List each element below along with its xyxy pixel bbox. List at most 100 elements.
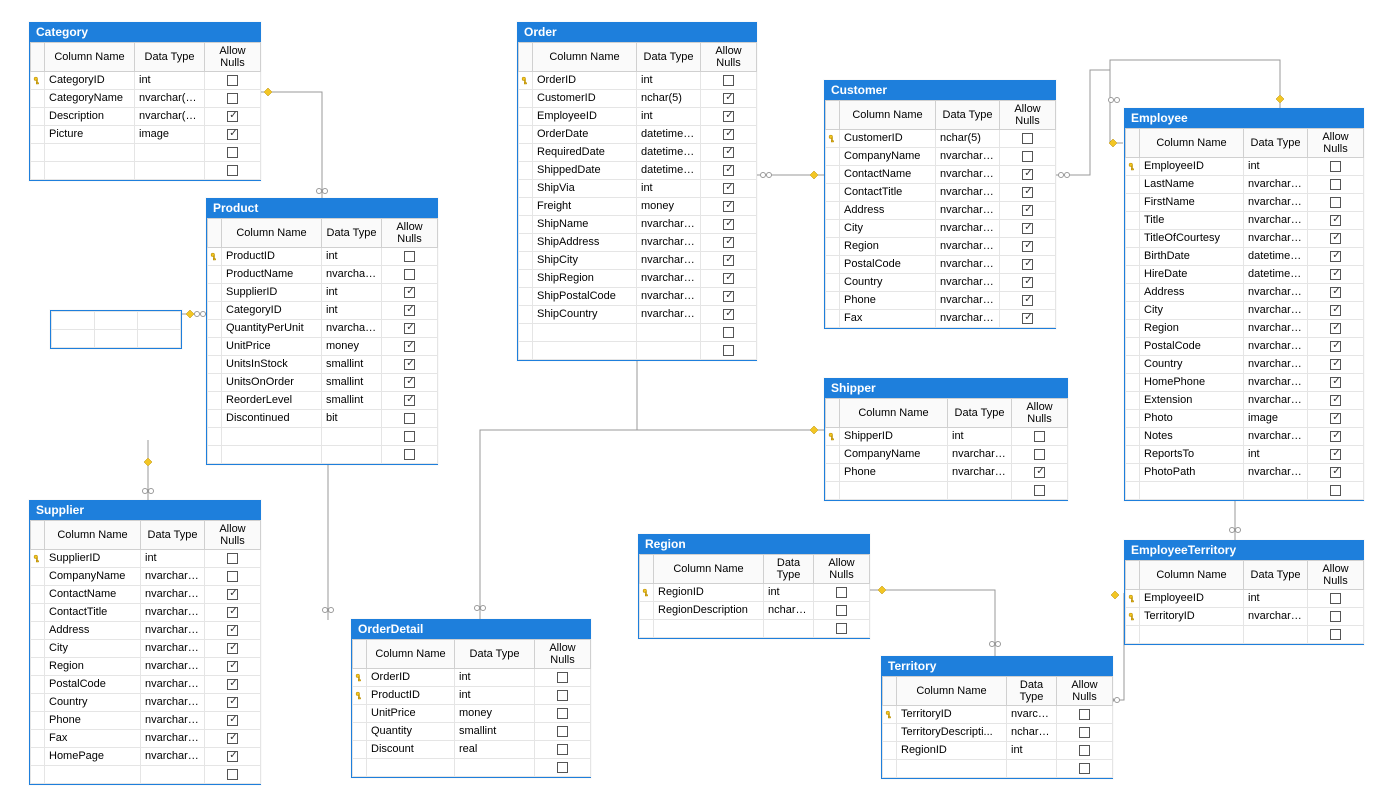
checkbox-icon[interactable] <box>1022 151 1033 162</box>
column-row[interactable]: Regionnvarchar(15) <box>826 238 1056 256</box>
allow-nulls-cell[interactable] <box>1000 202 1056 220</box>
allow-nulls-cell[interactable] <box>1308 428 1364 446</box>
checkbox-icon[interactable] <box>227 751 238 762</box>
table-employeeterritory[interactable]: EmployeeTerritoryColumn NameData TypeAll… <box>1124 540 1364 645</box>
checkbox-icon[interactable] <box>227 733 238 744</box>
allow-nulls-cell[interactable] <box>382 392 438 410</box>
checkbox-icon[interactable] <box>1022 223 1033 234</box>
column-row[interactable]: ContactNamenvarchar(30) <box>31 586 261 604</box>
column-row[interactable]: CategoryIDint <box>208 302 438 320</box>
allow-nulls-cell[interactable] <box>1308 356 1364 374</box>
checkbox-icon[interactable] <box>723 273 734 284</box>
allow-nulls-cell[interactable] <box>205 604 261 622</box>
allow-nulls-cell[interactable] <box>535 723 591 741</box>
column-row[interactable]: ProductIDint <box>208 248 438 266</box>
allow-nulls-cell[interactable] <box>1308 464 1364 482</box>
allow-nulls-cell[interactable] <box>1308 446 1364 464</box>
allow-nulls-cell[interactable] <box>1308 374 1364 392</box>
checkbox-icon[interactable] <box>227 165 238 176</box>
checkbox-icon[interactable] <box>227 571 238 582</box>
checkbox-icon[interactable] <box>227 93 238 104</box>
checkbox-icon[interactable] <box>1330 305 1341 316</box>
checkbox-icon[interactable] <box>723 219 734 230</box>
allow-nulls-cell[interactable] <box>701 234 757 252</box>
column-row[interactable]: Photoimage <box>1126 410 1364 428</box>
column-row[interactable]: EmployeeIDint <box>1126 158 1364 176</box>
allow-nulls-cell[interactable] <box>1308 266 1364 284</box>
checkbox-icon[interactable] <box>404 251 415 262</box>
checkbox-icon[interactable] <box>1079 745 1090 756</box>
checkbox-icon[interactable] <box>227 111 238 122</box>
checkbox-icon[interactable] <box>1330 251 1341 262</box>
column-row[interactable]: CompanyNamenvarchar(40) <box>31 568 261 586</box>
checkbox-icon[interactable] <box>227 607 238 618</box>
allow-nulls-cell[interactable] <box>1308 212 1364 230</box>
column-row[interactable]: Freightmoney <box>519 198 757 216</box>
checkbox-icon[interactable] <box>557 726 568 737</box>
checkbox-icon[interactable] <box>723 291 734 302</box>
column-row[interactable]: QuantityPerUnitnvarchar(20) <box>208 320 438 338</box>
column-row[interactable]: Pictureimage <box>31 126 261 144</box>
table-title[interactable]: Territory <box>882 657 1112 676</box>
checkbox-icon[interactable] <box>1330 413 1341 424</box>
allow-nulls-cell[interactable] <box>1000 184 1056 202</box>
allow-nulls-cell[interactable] <box>1012 464 1068 482</box>
allow-nulls-cell[interactable] <box>701 306 757 324</box>
checkbox-icon[interactable] <box>557 744 568 755</box>
checkbox-icon[interactable] <box>723 75 734 86</box>
allow-nulls-cell[interactable] <box>701 162 757 180</box>
checkbox-icon[interactable] <box>723 327 734 338</box>
checkbox-icon[interactable] <box>404 323 415 334</box>
column-row[interactable]: HireDatedatetime2(7) <box>1126 266 1364 284</box>
checkbox-icon[interactable] <box>1079 709 1090 720</box>
column-row[interactable]: Phonenvarchar(24) <box>826 464 1068 482</box>
column-row[interactable]: PostalCodenvarchar(10) <box>1126 338 1364 356</box>
checkbox-icon[interactable] <box>1330 215 1341 226</box>
column-row[interactable]: SupplierIDint <box>31 550 261 568</box>
checkbox-icon[interactable] <box>227 625 238 636</box>
column-row[interactable]: HomePhonenvarchar(24) <box>1126 374 1364 392</box>
checkbox-icon[interactable] <box>227 129 238 140</box>
allow-nulls-cell[interactable] <box>701 252 757 270</box>
checkbox-icon[interactable] <box>1022 205 1033 216</box>
table-shipper[interactable]: ShipperColumn NameData TypeAllow NullsSh… <box>824 378 1068 501</box>
allow-nulls-cell[interactable] <box>1308 194 1364 212</box>
allow-nulls-cell[interactable] <box>205 640 261 658</box>
checkbox-icon[interactable] <box>404 431 415 442</box>
table-product[interactable]: ProductColumn NameData TypeAllow NullsPr… <box>206 198 438 465</box>
checkbox-icon[interactable] <box>1330 359 1341 370</box>
allow-nulls-cell[interactable] <box>1057 706 1113 724</box>
allow-nulls-cell[interactable] <box>205 730 261 748</box>
checkbox-icon[interactable] <box>836 623 847 634</box>
column-row[interactable]: ProductIDint <box>353 687 591 705</box>
allow-nulls-cell[interactable] <box>1000 130 1056 148</box>
column-row[interactable]: ReportsToint <box>1126 446 1364 464</box>
checkbox-icon[interactable] <box>1330 395 1341 406</box>
column-row[interactable]: RegionIDint <box>640 584 870 602</box>
allow-nulls-cell[interactable] <box>814 602 870 620</box>
checkbox-icon[interactable] <box>404 359 415 370</box>
column-row[interactable]: PhotoPathnvarchar(255) <box>1126 464 1364 482</box>
column-row[interactable]: RegionDescriptionnchar(50) <box>640 602 870 620</box>
checkbox-icon[interactable] <box>1022 241 1033 252</box>
table-territory[interactable]: TerritoryColumn NameData TypeAllow Nulls… <box>881 656 1113 779</box>
allow-nulls-cell[interactable] <box>205 676 261 694</box>
allow-nulls-cell[interactable] <box>701 180 757 198</box>
allow-nulls-cell[interactable] <box>1308 230 1364 248</box>
checkbox-icon[interactable] <box>723 255 734 266</box>
checkbox-icon[interactable] <box>1022 295 1033 306</box>
allow-nulls-cell[interactable] <box>701 198 757 216</box>
checkbox-icon[interactable] <box>836 587 847 598</box>
allow-nulls-cell[interactable] <box>1308 158 1364 176</box>
checkbox-icon[interactable] <box>723 147 734 158</box>
column-row[interactable]: PostalCodenvarchar(10) <box>31 676 261 694</box>
allow-nulls-cell[interactable] <box>1308 590 1364 608</box>
checkbox-icon[interactable] <box>227 147 238 158</box>
column-row[interactable]: Descriptionnvarchar(4000) <box>31 108 261 126</box>
allow-nulls-cell[interactable] <box>205 712 261 730</box>
column-row[interactable]: Addressnvarchar(60) <box>1126 284 1364 302</box>
table-title[interactable]: Region <box>639 535 869 554</box>
allow-nulls-cell[interactable] <box>382 320 438 338</box>
column-row[interactable]: RegionIDint <box>883 742 1113 760</box>
allow-nulls-cell[interactable] <box>382 284 438 302</box>
